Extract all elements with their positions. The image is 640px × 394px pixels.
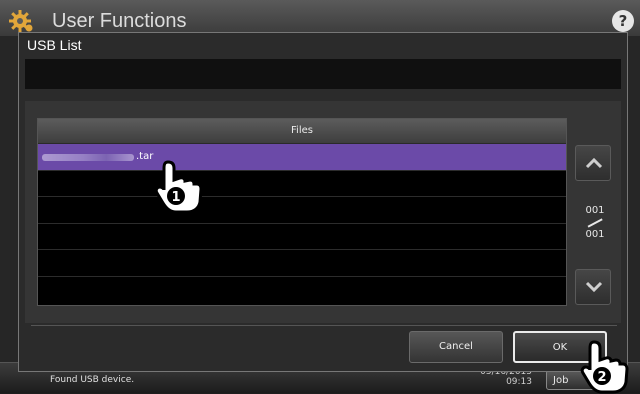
table-row[interactable] [38,250,566,277]
dialog-title: USB List [27,37,82,53]
usb-list-dialog: USB List Files .tar 001 001 Cancel OK [18,32,628,372]
app-title: User Functions [52,10,187,32]
table-row[interactable]: .tar [38,144,566,171]
chevron-down-icon [585,281,603,293]
page-total: 001 [585,229,605,240]
job-status-label: Job [553,375,569,386]
table-header-files: Files [38,119,566,144]
status-message: Found USB device. [50,375,135,385]
table-row[interactable] [38,277,566,304]
divider [31,325,617,326]
callout-number: 2 [597,370,606,385]
help-icon[interactable]: ? [612,10,634,32]
gear-icon [9,10,33,32]
hand-pointer-icon: 2 [580,340,629,394]
cancel-button[interactable]: Cancel [409,331,503,363]
redacted-filename [42,154,134,161]
chevron-up-icon [585,157,603,169]
background-panel-left [0,36,18,392]
table-row[interactable] [38,224,566,250]
page-current: 001 [585,205,605,216]
page-indicator: 001 001 [579,205,611,241]
status-time: 09:13 [506,377,532,387]
app-header: User Functions ? [0,0,640,36]
table-row[interactable] [38,197,566,224]
callout-number: 1 [171,190,180,205]
scroll-down-button[interactable] [575,269,611,305]
hand-pointer-icon: 1 [154,160,203,214]
scroll-up-button[interactable] [575,145,611,181]
file-table: Files .tar [37,118,567,306]
message-bar [25,59,621,89]
page-separator [579,217,611,229]
table-row[interactable] [38,171,566,197]
